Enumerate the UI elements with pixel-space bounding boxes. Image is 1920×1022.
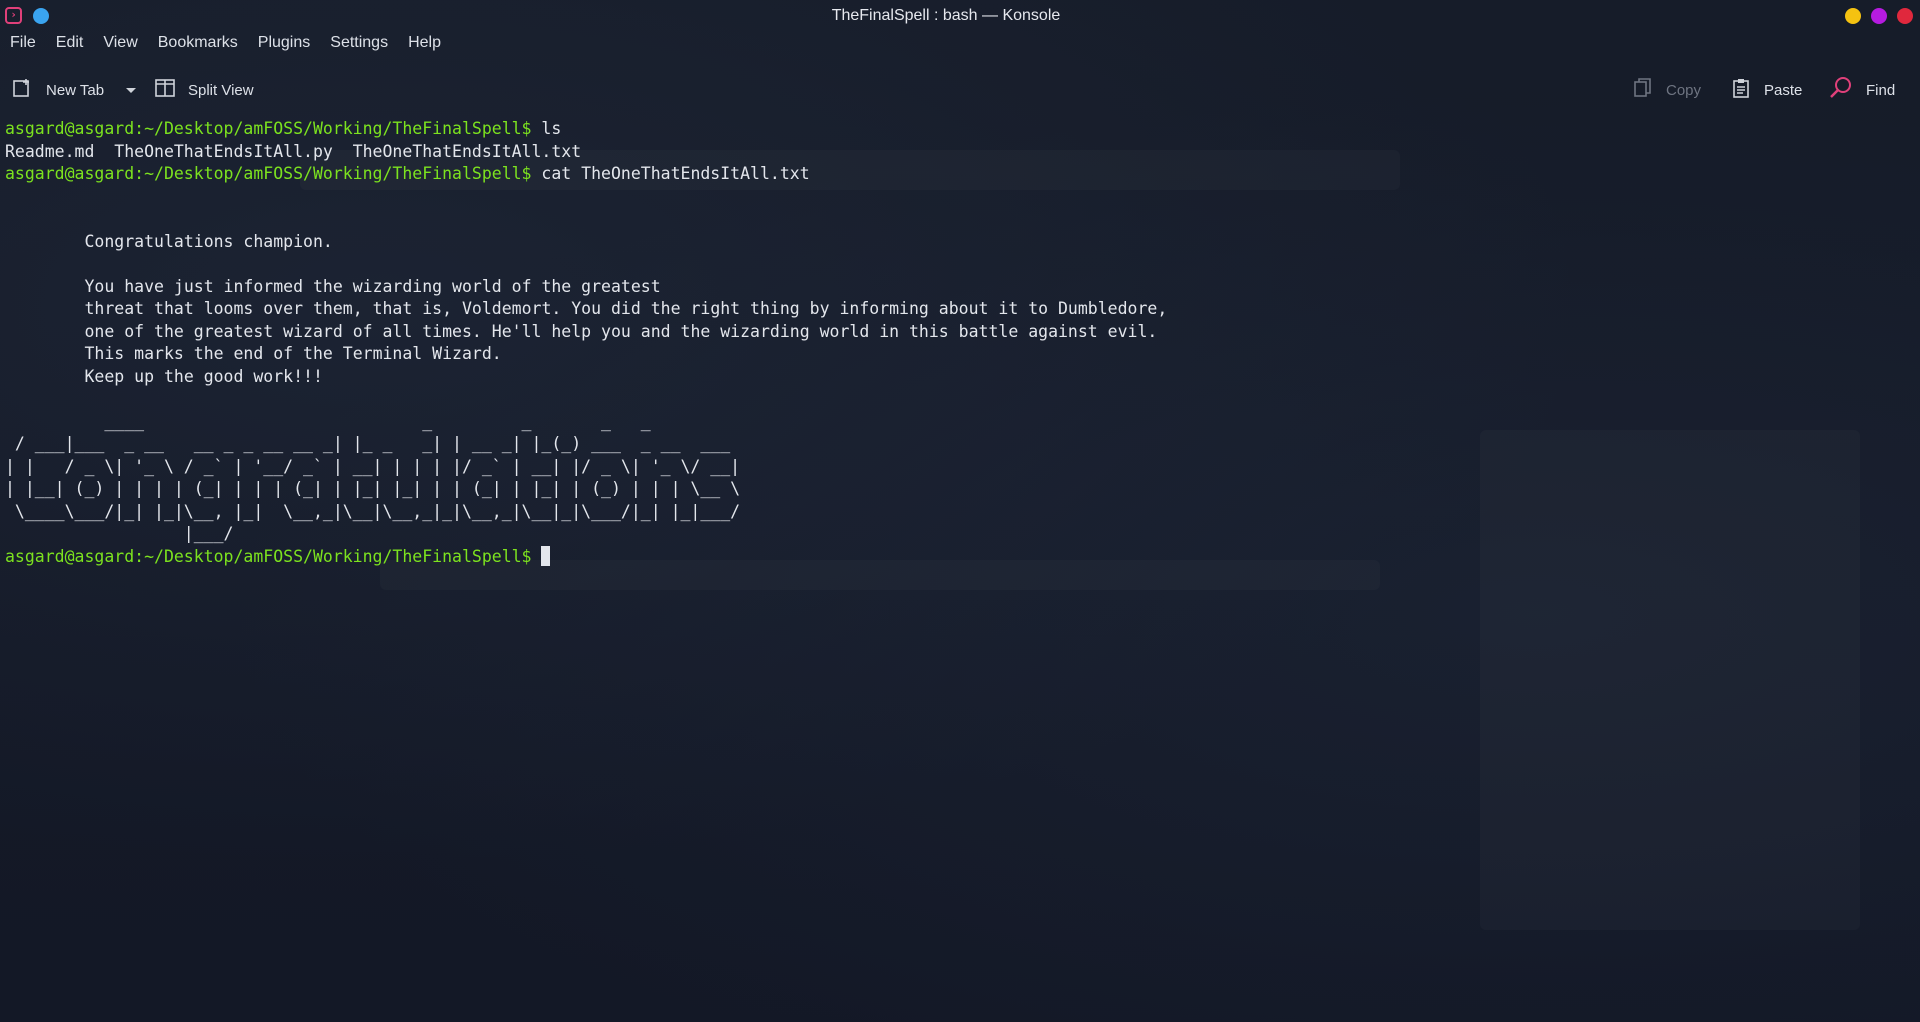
menu-view[interactable]: View [93, 34, 147, 58]
maximize-button[interactable] [1871, 8, 1887, 24]
paste-button[interactable]: Paste [1730, 72, 1802, 108]
split-view-button[interactable]: Split View [154, 72, 254, 108]
split-view-icon [154, 77, 176, 103]
find-label: Find [1866, 81, 1896, 99]
ascii-art-congratulations: ____ _ _ _ _ / ___|___ _ __ __ _ _ __ __… [5, 411, 741, 544]
copy-icon [1632, 77, 1654, 103]
chevron-down-icon [125, 82, 137, 99]
ls-output: Readme.md TheOneThatEndsItAll.py TheOneT… [5, 141, 582, 161]
new-tab-button[interactable]: New Tab [12, 72, 104, 108]
file-message: Congratulations champion. You have just … [84, 231, 1168, 386]
command-ls: ls [531, 119, 562, 138]
text-cursor [541, 545, 551, 566]
menu-file[interactable]: File [0, 34, 46, 58]
new-tab-icon [12, 77, 34, 103]
split-view-label: Split View [188, 81, 254, 99]
find-button[interactable]: Find [1828, 72, 1895, 108]
menu-bar: File Edit View Bookmarks Plugins Setting… [0, 34, 451, 58]
prompt: asgard@asgard:~/Desktop/amFOSS/Working/T… [5, 119, 532, 138]
menu-bookmarks[interactable]: Bookmarks [148, 34, 248, 58]
menu-plugins[interactable]: Plugins [248, 34, 320, 58]
copy-label: Copy [1666, 81, 1702, 99]
background-ghost [1480, 430, 1860, 930]
menu-settings[interactable]: Settings [320, 34, 398, 58]
terminal-output[interactable]: asgard@asgard:~/Desktop/amFOSS/Working/T… [5, 118, 1167, 568]
new-tab-label: New Tab [46, 81, 105, 99]
copy-button[interactable]: Copy [1632, 72, 1701, 108]
new-tab-dropdown[interactable] [125, 72, 137, 108]
search-icon [1828, 75, 1854, 105]
menu-edit[interactable]: Edit [46, 34, 94, 58]
prompt: asgard@asgard:~/Desktop/amFOSS/Working/T… [5, 546, 532, 566]
title-bar[interactable]: › TheFinalSpell : bash — Konsole [0, 0, 1920, 32]
minimize-button[interactable] [1845, 8, 1861, 24]
close-button[interactable] [1897, 8, 1913, 24]
command-cat: cat TheOneThatEndsItAll.txt [531, 164, 810, 183]
window-title: TheFinalSpell : bash — Konsole [831, 7, 1061, 24]
paste-label: Paste [1764, 81, 1803, 99]
toolbar: New Tab Split View Copy Paste Find [0, 72, 1920, 108]
prompt: asgard@asgard:~/Desktop/amFOSS/Working/T… [5, 164, 532, 183]
paste-icon [1730, 77, 1752, 103]
menu-help[interactable]: Help [398, 34, 451, 58]
